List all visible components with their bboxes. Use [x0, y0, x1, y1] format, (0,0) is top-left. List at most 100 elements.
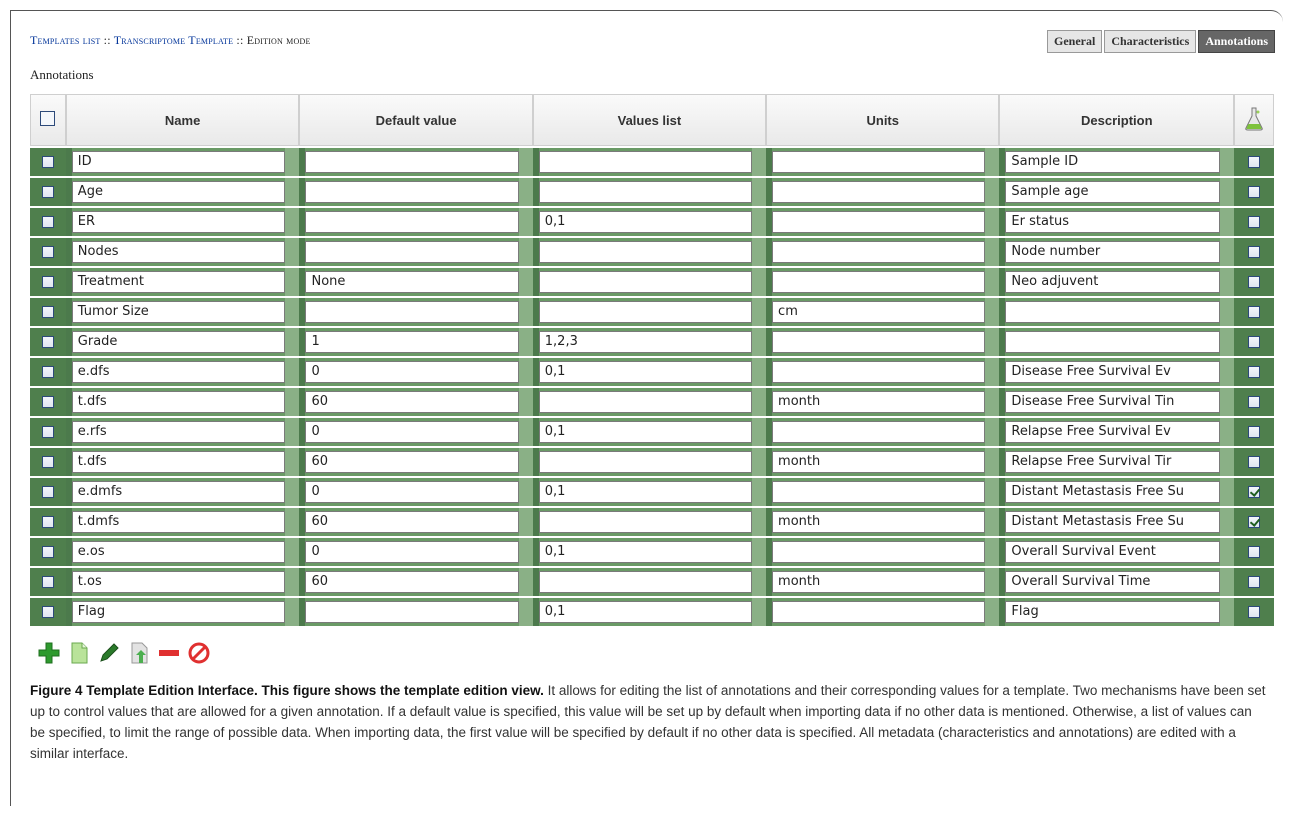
row-flag-checkbox[interactable]: [1248, 155, 1261, 168]
units-field[interactable]: month: [772, 451, 986, 473]
description-field[interactable]: Er status: [1005, 211, 1221, 233]
values-list-field[interactable]: 0,1: [538, 481, 753, 503]
row-flag-checkbox[interactable]: [1248, 185, 1261, 198]
default-value-field[interactable]: 60: [305, 451, 519, 473]
name-field[interactable]: Treatment: [71, 271, 286, 293]
name-field[interactable]: t.os: [71, 571, 286, 593]
values-list-field[interactable]: 0,1: [538, 601, 753, 623]
row-select-checkbox[interactable]: [41, 605, 54, 618]
default-value-field[interactable]: None: [305, 271, 519, 293]
default-value-field[interactable]: 0: [305, 361, 519, 383]
edit-pencil-icon[interactable]: [96, 640, 122, 666]
default-value-field[interactable]: 60: [305, 571, 519, 593]
row-select-checkbox[interactable]: [41, 485, 54, 498]
remove-icon[interactable]: [156, 640, 182, 666]
values-list-field[interactable]: [538, 181, 753, 203]
row-flag-checkbox[interactable]: [1248, 275, 1261, 288]
breadcrumb-template[interactable]: Transcriptome Template: [114, 33, 234, 47]
copy-document-icon[interactable]: [66, 640, 92, 666]
row-flag-checkbox[interactable]: [1248, 575, 1261, 588]
default-value-field[interactable]: [305, 181, 519, 203]
units-field[interactable]: [772, 361, 986, 383]
units-field[interactable]: [772, 211, 986, 233]
row-select-checkbox[interactable]: [41, 245, 54, 258]
tab-general[interactable]: General: [1047, 30, 1103, 53]
name-field[interactable]: e.rfs: [71, 421, 286, 443]
description-field[interactable]: Distant Metastasis Free Su: [1005, 511, 1221, 533]
name-field[interactable]: t.dfs: [71, 451, 286, 473]
name-field[interactable]: Grade: [71, 331, 286, 353]
units-field[interactable]: [772, 241, 986, 263]
name-field[interactable]: e.os: [71, 541, 286, 563]
description-field[interactable]: Flag: [1005, 601, 1221, 623]
description-field[interactable]: Overall Survival Event: [1005, 541, 1221, 563]
description-field[interactable]: [1005, 331, 1221, 353]
name-field[interactable]: t.dmfs: [71, 511, 286, 533]
default-value-field[interactable]: 60: [305, 511, 519, 533]
values-list-field[interactable]: 0,1: [538, 541, 753, 563]
units-field[interactable]: [772, 421, 986, 443]
units-field[interactable]: [772, 601, 986, 623]
breadcrumb-templates-list[interactable]: Templates list: [30, 33, 100, 47]
tab-characteristics[interactable]: Characteristics: [1104, 30, 1197, 53]
values-list-field[interactable]: [538, 511, 753, 533]
row-select-checkbox[interactable]: [41, 305, 54, 318]
name-field[interactable]: Tumor Size: [71, 301, 286, 323]
row-flag-checkbox[interactable]: [1248, 515, 1261, 528]
values-list-field[interactable]: [538, 151, 753, 173]
name-field[interactable]: ER: [71, 211, 286, 233]
units-field[interactable]: month: [772, 391, 986, 413]
name-field[interactable]: Nodes: [71, 241, 286, 263]
description-field[interactable]: Node number: [1005, 241, 1221, 263]
values-list-field[interactable]: [538, 241, 753, 263]
import-document-icon[interactable]: [126, 640, 152, 666]
default-value-field[interactable]: 60: [305, 391, 519, 413]
default-value-field[interactable]: 0: [305, 541, 519, 563]
cancel-icon[interactable]: [186, 640, 212, 666]
row-select-checkbox[interactable]: [41, 575, 54, 588]
units-field[interactable]: month: [772, 511, 986, 533]
row-flag-checkbox[interactable]: [1248, 365, 1261, 378]
name-field[interactable]: e.dfs: [71, 361, 286, 383]
description-field[interactable]: Sample ID: [1005, 151, 1221, 173]
default-value-field[interactable]: [305, 211, 519, 233]
values-list-field[interactable]: [538, 451, 753, 473]
row-flag-checkbox[interactable]: [1248, 485, 1261, 498]
row-flag-checkbox[interactable]: [1248, 245, 1261, 258]
units-field[interactable]: cm: [772, 301, 986, 323]
row-select-checkbox[interactable]: [41, 395, 54, 408]
row-select-checkbox[interactable]: [41, 425, 54, 438]
default-value-field[interactable]: [305, 301, 519, 323]
row-flag-checkbox[interactable]: [1248, 395, 1261, 408]
row-flag-checkbox[interactable]: [1248, 545, 1261, 558]
default-value-field[interactable]: [305, 151, 519, 173]
default-value-field[interactable]: 1: [305, 331, 519, 353]
values-list-field[interactable]: [538, 271, 753, 293]
description-field[interactable]: [1005, 301, 1221, 323]
row-flag-checkbox[interactable]: [1248, 425, 1261, 438]
default-value-field[interactable]: [305, 241, 519, 263]
description-field[interactable]: Relapse Free Survival Ev: [1005, 421, 1221, 443]
units-field[interactable]: [772, 481, 986, 503]
values-list-field[interactable]: [538, 391, 753, 413]
row-select-checkbox[interactable]: [41, 335, 54, 348]
units-field[interactable]: [772, 541, 986, 563]
name-field[interactable]: Age: [71, 181, 286, 203]
default-value-field[interactable]: [305, 601, 519, 623]
row-select-checkbox[interactable]: [41, 185, 54, 198]
values-list-field[interactable]: 0,1: [538, 211, 753, 233]
values-list-field[interactable]: 0,1: [538, 361, 753, 383]
row-flag-checkbox[interactable]: [1248, 455, 1261, 468]
units-field[interactable]: month: [772, 571, 986, 593]
row-select-checkbox[interactable]: [41, 155, 54, 168]
description-field[interactable]: Disease Free Survival Tin: [1005, 391, 1221, 413]
description-field[interactable]: Overall Survival Time: [1005, 571, 1221, 593]
row-select-checkbox[interactable]: [41, 275, 54, 288]
description-field[interactable]: Sample age: [1005, 181, 1221, 203]
values-list-field[interactable]: 0,1: [538, 421, 753, 443]
row-select-checkbox[interactable]: [41, 455, 54, 468]
row-select-checkbox[interactable]: [41, 215, 54, 228]
units-field[interactable]: [772, 271, 986, 293]
description-field[interactable]: Disease Free Survival Ev: [1005, 361, 1221, 383]
units-field[interactable]: [772, 331, 986, 353]
